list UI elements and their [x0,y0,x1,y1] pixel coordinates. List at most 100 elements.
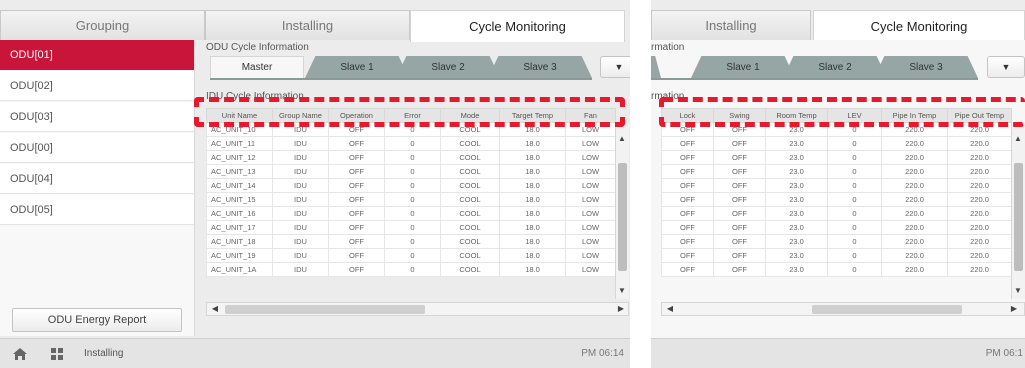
table-cell: 220.0 [947,192,1012,207]
table-row[interactable]: AC_UNIT_17 IDU OFF 0 COOL 18.0 LOW [206,220,616,235]
vertical-scroll-thumb[interactable] [618,163,627,271]
slave-dropdown-button[interactable]: ▼ [600,56,630,78]
table-row[interactable]: AC_UNIT_15 IDU OFF 0 COOL 18.0 LOW [206,192,616,207]
scroll-up-arrow-icon[interactable]: ▲ [615,134,629,143]
table-cell: 0 [384,262,441,277]
table-row[interactable]: OFF OFF 23.0 0 220.0 220.0 [661,220,1012,235]
table-cell: 0 [384,206,441,221]
tab-cycle-monitoring[interactable]: Cycle Monitoring [813,10,1025,42]
table-cell: OFF [328,150,385,165]
vertical-scroll-thumb[interactable] [1014,163,1023,271]
table-row[interactable]: OFF OFF 23.0 0 220.0 220.0 [661,192,1012,207]
table-cell: 0 [384,164,441,179]
table-cell: 220.0 [881,220,948,235]
slave-dropdown-button[interactable]: ▼ [987,56,1025,78]
scroll-down-arrow-icon[interactable]: ▼ [615,286,629,295]
table-cell: 0 [827,206,882,221]
table-cell: 220.0 [947,248,1012,263]
subtab-slave-2[interactable]: Slave 2 [783,56,887,78]
table-horizontal-scrollbar[interactable] [661,302,1025,316]
tab-cycle-monitoring[interactable]: Cycle Monitoring [410,10,625,42]
subtab-slave-3[interactable]: Slave 3 [488,56,592,78]
table-cell: OFF [661,164,714,179]
scroll-left-arrow-icon[interactable]: ◀ [663,304,677,313]
subtab-master[interactable]: Master [210,56,304,78]
table-cell: 23.0 [765,234,828,249]
table-row[interactable]: OFF OFF 23.0 0 220.0 220.0 [661,262,1012,277]
table-cell: 220.0 [881,206,948,221]
tab-installing[interactable]: Installing [205,10,410,40]
table-cell: 0 [827,248,882,263]
table-cell: COOL [440,164,500,179]
scroll-up-arrow-icon[interactable]: ▲ [1011,134,1025,143]
subtab-slave-3[interactable]: Slave 3 [874,56,978,78]
table-row[interactable]: OFF OFF 23.0 0 220.0 220.0 [661,178,1012,193]
tab-grouping[interactable]: Grouping [0,10,205,40]
table-horizontal-scrollbar[interactable] [206,302,629,316]
table-cell: 18.0 [499,262,566,277]
sidebar-item-odu00[interactable]: ODU[00] [0,133,194,163]
table-cell: LOW [565,220,616,235]
odu-cycle-info-title: ODU Cycle Information [206,42,309,53]
table-row[interactable]: AC_UNIT_12 IDU OFF 0 COOL 18.0 LOW [206,150,616,165]
table-row[interactable]: AC_UNIT_13 IDU OFF 0 COOL 18.0 LOW [206,164,616,179]
table-row[interactable]: AC_UNIT_16 IDU OFF 0 COOL 18.0 LOW [206,206,616,221]
table-cell: AC_UNIT_19 [206,248,273,263]
table-cell: 18.0 [499,220,566,235]
table-cell: 0 [384,192,441,207]
horizontal-scroll-thumb[interactable] [225,305,425,314]
table-cell: 23.0 [765,150,828,165]
scroll-left-arrow-icon[interactable]: ◀ [208,304,222,313]
home-icon[interactable] [12,347,28,361]
table-cell: 18.0 [499,192,566,207]
table-cell: 23.0 [765,220,828,235]
table-cell: OFF [713,262,766,277]
idu-cycle-table: Unit Name Group Name Operation Error Mode Tar… [206,108,616,277]
table-row[interactable]: OFF OFF 23.0 0 220.0 220.0 [661,248,1012,263]
scroll-right-arrow-icon[interactable]: ▶ [1007,304,1021,313]
table-vertical-scrollbar[interactable] [615,123,629,299]
table-row[interactable]: OFF OFF 23.0 0 220.0 220.0 [661,234,1012,249]
odu-cycle-info-title: rmation [651,42,685,53]
table-cell: 220.0 [947,262,1012,277]
table-cell: 0 [827,136,882,151]
sidebar-item-odu03[interactable]: ODU[03] [0,102,194,132]
table-cell: IDU [272,248,329,263]
horizontal-scroll-thumb[interactable] [812,305,962,314]
table-row[interactable]: AC_UNIT_11 IDU OFF 0 COOL 18.0 LOW [206,136,616,151]
table-row[interactable]: OFF OFF 23.0 0 220.0 220.0 [661,136,1012,151]
table-cell: COOL [440,248,500,263]
table-cell: 220.0 [881,136,948,151]
subtab-slave-2[interactable]: Slave 2 [396,56,500,78]
sidebar-item-odu05[interactable]: ODU[05] [0,195,194,225]
sidebar-item-odu01[interactable]: ODU[01] [0,40,194,70]
grid-icon[interactable] [50,347,64,361]
tab-installing[interactable]: Installing [651,10,811,40]
table-cell: 220.0 [947,206,1012,221]
table-cell: 18.0 [499,164,566,179]
table-vertical-scrollbar[interactable] [1011,123,1025,299]
table-cell: IDU [272,206,329,221]
table-cell: 0 [384,150,441,165]
table-row[interactable]: AC_UNIT_14 IDU OFF 0 COOL 18.0 LOW [206,178,616,193]
table-cell: LOW [565,234,616,249]
idu-cycle-table-right: Lock Swing Room Temp LEV Pipe In Temp Pipe Ou… [661,108,1012,277]
table-cell: 0 [827,220,882,235]
table-row[interactable]: OFF OFF 23.0 0 220.0 220.0 [661,164,1012,179]
table-row[interactable]: AC_UNIT_1A IDU OFF 0 COOL 18.0 LOW [206,262,616,277]
table-cell: 220.0 [947,220,1012,235]
sidebar-item-odu02[interactable]: ODU[02] [0,71,194,101]
status-time: PM 06:14 [581,348,624,359]
table-cell: 220.0 [947,150,1012,165]
odu-energy-report-button[interactable]: ODU Energy Report [12,308,182,332]
table-row[interactable]: AC_UNIT_18 IDU OFF 0 COOL 18.0 LOW [206,234,616,249]
subtab-slave-1[interactable]: Slave 1 [691,56,795,78]
table-row[interactable]: AC_UNIT_19 IDU OFF 0 COOL 18.0 LOW [206,248,616,263]
table-row[interactable]: OFF OFF 23.0 0 220.0 220.0 [661,150,1012,165]
scroll-right-arrow-icon[interactable]: ▶ [614,304,628,313]
scroll-down-arrow-icon[interactable]: ▼ [1011,286,1025,295]
table-row[interactable]: OFF OFF 23.0 0 220.0 220.0 [661,206,1012,221]
table-cell: AC_UNIT_14 [206,178,273,193]
sidebar-item-odu04[interactable]: ODU[04] [0,164,194,194]
subtab-slave-1[interactable]: Slave 1 [305,56,409,78]
